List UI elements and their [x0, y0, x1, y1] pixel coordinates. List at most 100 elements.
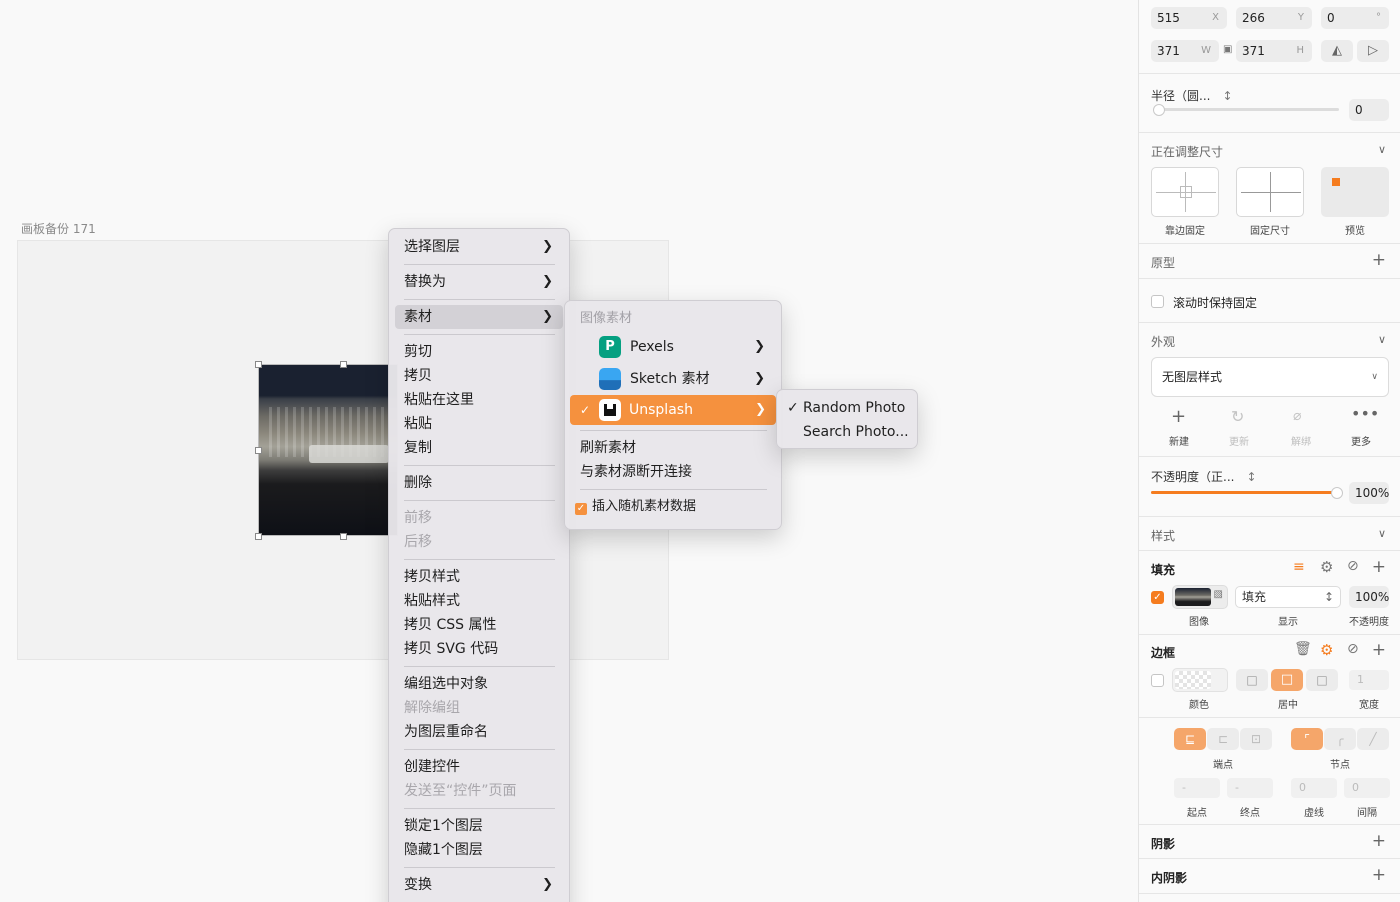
menu-separator [404, 749, 555, 750]
stepper-icon[interactable]: ↕ [1246, 470, 1256, 484]
border-width-field[interactable]: 1 [1349, 670, 1389, 690]
menu-item-lock-layer[interactable]: 锁定1个图层 [389, 814, 569, 838]
border-gear-icon[interactable]: ⚙ [1320, 641, 1333, 659]
gap-field[interactable]: 0 [1344, 778, 1390, 798]
butt-cap-option[interactable]: ⊑ [1174, 728, 1206, 750]
chevron-down-icon[interactable]: ∨ [1378, 527, 1386, 540]
menu-item-copy-svg[interactable]: 拷贝 SVG 代码 [389, 637, 569, 661]
menu-item-ungroup[interactable]: 解除编组 [389, 696, 569, 720]
menu-item-sketch-data[interactable]: Sketch 素材 ❯ [565, 363, 781, 395]
resize-handle-left[interactable] [255, 447, 262, 454]
menu-item-copy-css[interactable]: 拷贝 CSS 属性 [389, 613, 569, 637]
blend-icon[interactable]: ⊘ [1347, 558, 1359, 574]
menu-item-random-photo[interactable]: ✓ Random Photo [777, 396, 917, 420]
start-arrow-select[interactable]: - [1174, 778, 1220, 798]
menu-item-bring-forward[interactable]: 前移 [389, 506, 569, 530]
trash-icon[interactable]: 🗑 [1294, 641, 1312, 657]
add-fill-icon[interactable]: + [1372, 557, 1386, 577]
dash-field[interactable]: 0 [1291, 778, 1337, 798]
radius-field[interactable]: 0 [1349, 99, 1389, 121]
menu-item-data[interactable]: 素材 ❯ [395, 305, 563, 329]
opacity-label: 不透明度（正... ↕ [1151, 470, 1257, 484]
radius-slider-knob[interactable] [1153, 104, 1165, 116]
end-arrow-select[interactable]: - [1227, 778, 1273, 798]
menu-item-hide-layer[interactable]: 隐藏1个图层 [389, 838, 569, 862]
new-style-icon[interactable]: + [1171, 406, 1186, 427]
layers-icon[interactable]: ≡ [1293, 559, 1305, 575]
menu-item-refresh-data[interactable]: 刷新素材 [565, 436, 781, 460]
layer-style-select[interactable]: 无图层样式 ∨ [1151, 357, 1389, 397]
update-style-icon[interactable]: ↻ [1231, 407, 1244, 426]
detach-style-icon[interactable]: ⌀ [1293, 408, 1301, 424]
height-field[interactable]: 371 H [1236, 40, 1312, 62]
square-cap-option[interactable]: ⊡ [1240, 728, 1272, 750]
stepper-icon[interactable]: ↕ [1222, 89, 1232, 103]
flip-horizontal-icon[interactable]: ◭ [1321, 40, 1353, 62]
x-field[interactable]: 515 X [1151, 7, 1227, 29]
fix-size-option[interactable] [1236, 167, 1304, 217]
lock-icon[interactable]: ▣ [1223, 44, 1232, 55]
fill-image-swatch[interactable]: ▧ [1172, 585, 1228, 609]
round-cap-option[interactable]: ⊏ [1207, 728, 1239, 750]
preview-option[interactable] [1321, 167, 1389, 217]
menu-item-paste-here[interactable]: 粘贴在这里 [389, 388, 569, 412]
radius-slider[interactable] [1155, 108, 1339, 111]
divider [1139, 516, 1400, 517]
menu-item-transform[interactable]: 变换 ❯ [389, 873, 569, 897]
border-position-center[interactable]: □ [1271, 669, 1303, 691]
menu-item-search-photo[interactable]: Search Photo... [777, 420, 917, 444]
menu-item-unsplash[interactable]: ✓ Unsplash ❯ [570, 395, 776, 425]
menu-item-copy[interactable]: 拷贝 [389, 364, 569, 388]
bevel-join-option[interactable]: ╱ [1357, 728, 1389, 750]
more-icon[interactable]: ••• [1351, 404, 1379, 423]
resize-handle-bottom-left[interactable] [255, 533, 262, 540]
artboard-label[interactable]: 画板备份 171 [21, 220, 96, 237]
add-shadow-icon[interactable]: + [1372, 831, 1386, 851]
width-field[interactable]: 371 W [1151, 40, 1219, 62]
border-blend-icon[interactable]: ⊘ [1347, 641, 1359, 657]
menu-item-send-backward[interactable]: 后移 [389, 530, 569, 554]
miter-join-option[interactable]: ⌜ [1291, 728, 1323, 750]
border-checkbox[interactable] [1151, 674, 1164, 687]
resize-handle-top[interactable] [340, 361, 347, 368]
menu-item-delete[interactable]: 删除 [389, 471, 569, 495]
menu-item-disconnect-source[interactable]: 与素材源断开连接 [565, 460, 781, 484]
fill-mode-select[interactable]: 填充 ↕ [1235, 586, 1341, 608]
fill-checkbox[interactable]: ✓ [1151, 591, 1164, 604]
chevron-down-icon[interactable]: ∨ [1378, 143, 1386, 156]
menu-item-duplicate[interactable]: 复制 [389, 436, 569, 460]
menu-item-paste-style[interactable]: 粘贴样式 [389, 589, 569, 613]
menu-item-create-symbol[interactable]: 创建控件 [389, 755, 569, 779]
fill-opacity-field[interactable]: 100% [1349, 586, 1389, 608]
opacity-slider-knob[interactable] [1331, 487, 1343, 499]
rotation-field[interactable]: 0 ° [1321, 7, 1389, 29]
resize-handle-top-left[interactable] [255, 361, 262, 368]
menu-item-replace-with[interactable]: 替换为 ❯ [389, 270, 569, 294]
border-color-swatch[interactable] [1172, 668, 1228, 692]
menu-item-copy-style[interactable]: 拷贝样式 [389, 565, 569, 589]
border-position-inside[interactable]: □ [1236, 669, 1268, 691]
menu-item-select-layer[interactable]: 选择图层 ❯ [389, 235, 569, 259]
gear-icon[interactable]: ⚙ [1320, 558, 1333, 576]
border-position-outside[interactable]: □ [1306, 669, 1338, 691]
add-inner-shadow-icon[interactable]: + [1372, 865, 1386, 885]
menu-item-insert-random-data[interactable]: ✓ 插入随机素材数据 [565, 495, 781, 519]
opacity-field[interactable]: 100% [1349, 482, 1389, 504]
menu-item-paste[interactable]: 粘贴 [389, 412, 569, 436]
menu-item-cut[interactable]: 剪切 [389, 340, 569, 364]
add-border-icon[interactable]: + [1372, 640, 1386, 660]
round-join-option[interactable]: ╭ [1324, 728, 1356, 750]
chevron-down-icon[interactable]: ∨ [1378, 333, 1386, 346]
resize-handle-bottom[interactable] [340, 533, 347, 540]
y-field[interactable]: 266 Y [1236, 7, 1312, 29]
flip-vertical-icon[interactable]: ▷ [1357, 40, 1389, 62]
menu-item-group[interactable]: 编组选中对象 [389, 672, 569, 696]
menu-item-pexels[interactable]: P Pexels ❯ [565, 331, 781, 363]
keep-fixed-checkbox[interactable] [1151, 295, 1164, 308]
add-icon[interactable]: + [1372, 250, 1386, 270]
selected-image-layer[interactable] [258, 364, 398, 536]
pin-to-edge-option[interactable] [1151, 167, 1219, 217]
menu-item-send-to-symbols-page[interactable]: 发送至“控件”页面 [389, 779, 569, 803]
menu-separator [404, 500, 555, 501]
menu-item-rename-layer[interactable]: 为图层重命名 [389, 720, 569, 744]
